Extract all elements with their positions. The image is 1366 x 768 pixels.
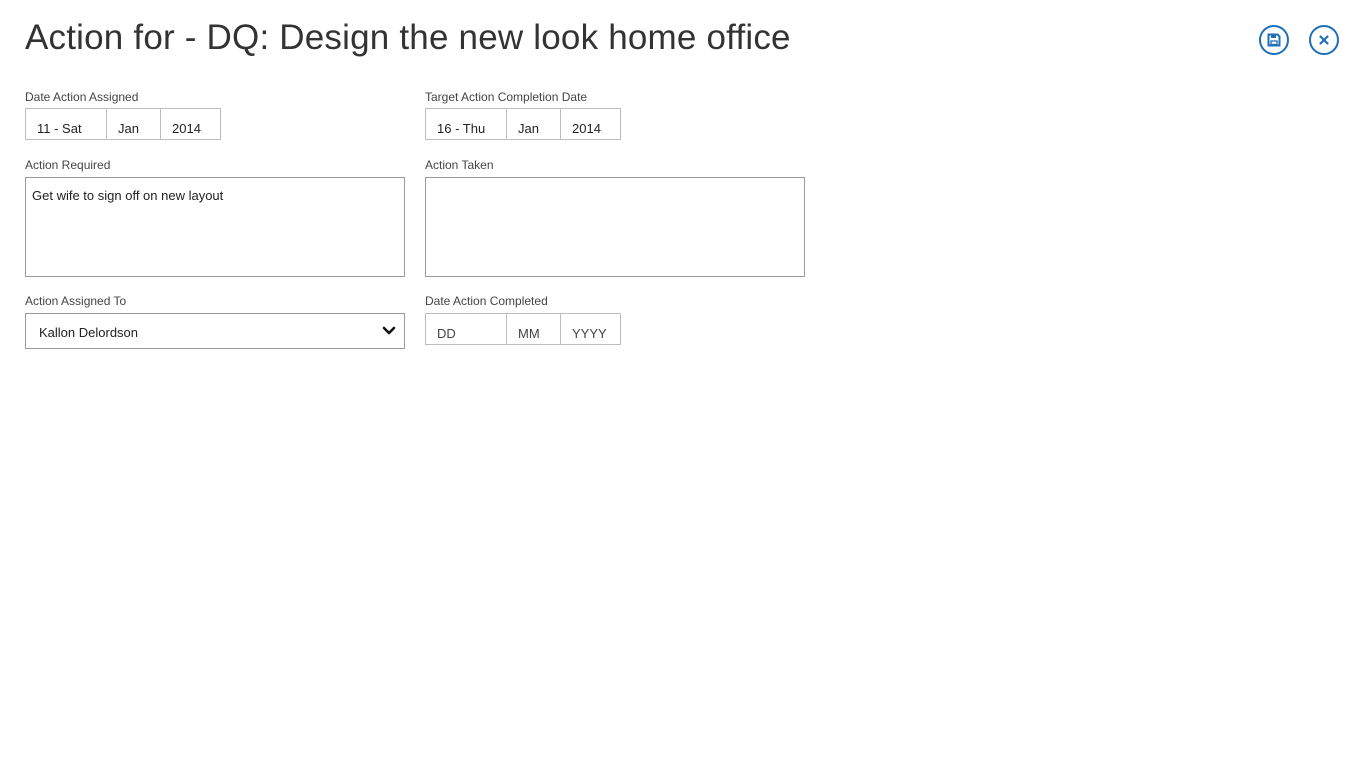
target-date-label: Target Action Completion Date: [425, 90, 588, 104]
chevron-down-icon: [382, 326, 396, 335]
date-assigned-year-field[interactable]: 2014: [161, 109, 220, 139]
date-completed-year-field[interactable]: YYYY: [561, 314, 620, 344]
target-date-month-field[interactable]: Jan: [507, 109, 561, 139]
action-form-page: Action for - DQ: Design the new look hom…: [0, 0, 1366, 768]
assigned-to-label: Action Assigned To: [25, 294, 127, 308]
target-date-day-field[interactable]: 16 - Thu: [426, 109, 507, 139]
save-button[interactable]: [1259, 25, 1289, 55]
action-required-textarea[interactable]: Get wife to sign off on new layout: [25, 177, 405, 277]
close-button[interactable]: [1309, 25, 1339, 55]
assigned-to-value: Kallon Delordson: [39, 325, 139, 340]
date-completed-day-field[interactable]: DD: [426, 314, 507, 344]
date-assigned-month-field[interactable]: Jan: [107, 109, 161, 139]
date-completed-month-field[interactable]: MM: [507, 314, 561, 344]
page-title: Action for - DQ: Design the new look hom…: [25, 18, 791, 57]
action-taken-textarea[interactable]: [425, 177, 805, 277]
date-assigned-day-field[interactable]: 11 - Sat: [26, 109, 107, 139]
date-completed-label: Date Action Completed: [425, 294, 548, 308]
save-icon: [1267, 33, 1281, 47]
close-icon: [1319, 35, 1329, 45]
action-required-label: Action Required: [25, 158, 111, 172]
target-date-picker: 16 - Thu Jan 2014: [425, 108, 621, 140]
date-assigned-picker: 11 - Sat Jan 2014: [25, 108, 221, 140]
action-taken-label: Action Taken: [425, 158, 494, 172]
assigned-to-select[interactable]: Kallon Delordson: [25, 313, 405, 349]
date-completed-picker: DD MM YYYY: [425, 313, 621, 345]
date-assigned-label: Date Action Assigned: [25, 90, 139, 104]
target-date-year-field[interactable]: 2014: [561, 109, 620, 139]
